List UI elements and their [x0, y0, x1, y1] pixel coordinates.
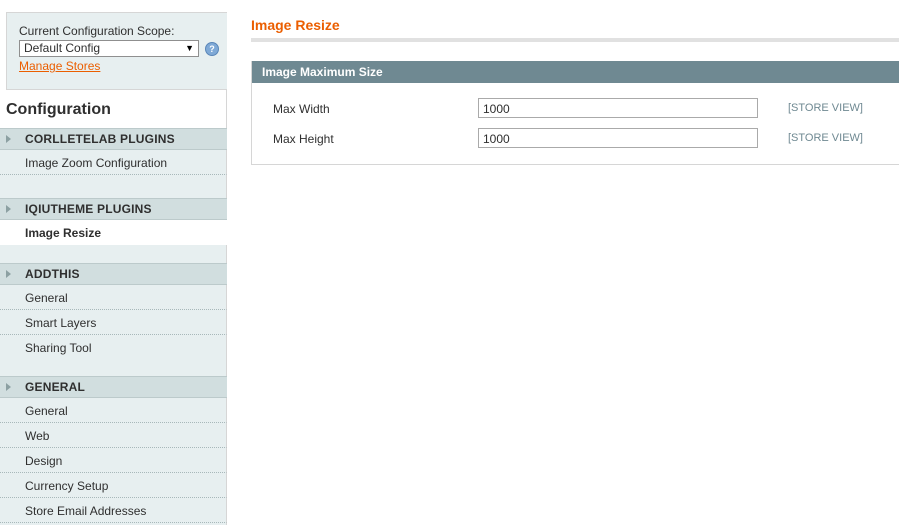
main-content: Image Resize Image Maximum Size Max Widt… — [251, 0, 899, 525]
group-iqiutheme-plugins[interactable]: IQIUTHEME PLUGINS — [0, 198, 227, 220]
nav-item-label: General — [25, 291, 68, 305]
max-width-input[interactable]: 1000 — [478, 98, 758, 118]
field-row-max-height: Max Height 1000 [STORE VIEW] — [252, 128, 899, 150]
nav-item-smart-layers[interactable]: Smart Layers — [0, 310, 227, 335]
max-height-input[interactable]: 1000 — [478, 128, 758, 148]
group-spacer — [0, 360, 227, 376]
field-row-max-width: Max Width 1000 [STORE VIEW] — [252, 98, 899, 120]
help-icon[interactable]: ? — [205, 41, 219, 56]
triangle-right-icon — [6, 383, 11, 391]
nav-item-general[interactable]: General — [0, 285, 227, 310]
nav-item-web[interactable]: Web — [0, 423, 227, 448]
image-maximum-size-section: Image Maximum Size Max Width 1000 [STORE… — [251, 61, 899, 165]
scope-select[interactable]: Default Config ▼ — [19, 40, 199, 57]
nav-item-design[interactable]: Design — [0, 448, 227, 473]
triangle-right-icon — [6, 270, 11, 278]
configuration-title: Configuration — [0, 90, 227, 128]
title-divider — [251, 38, 899, 42]
nav-item-label: Web — [25, 429, 50, 443]
config-nav: CORLLETELAB PLUGINS Image Zoom Configura… — [0, 128, 227, 525]
manage-stores-link[interactable]: Manage Stores — [19, 59, 100, 73]
sidebar: Current Configuration Scope: Default Con… — [0, 0, 227, 525]
nav-item-label: Smart Layers — [25, 316, 97, 330]
nav-item-label: Image Zoom Configuration — [25, 156, 168, 170]
scope-select-value: Default Config — [24, 41, 101, 55]
nav-item-general[interactable]: General — [0, 398, 227, 423]
group-label: GENERAL — [25, 380, 86, 394]
nav-item-label: Store Email Addresses — [25, 504, 147, 518]
group-spacer — [0, 175, 227, 198]
group-label: CORLLETELAB PLUGINS — [25, 132, 175, 146]
group-corlletelab-plugins[interactable]: CORLLETELAB PLUGINS — [0, 128, 227, 150]
section-title: Image Maximum Size — [262, 65, 383, 79]
scope-label: Current Configuration Scope: — [19, 24, 175, 38]
triangle-right-icon — [6, 205, 11, 213]
nav-item-currency-setup[interactable]: Currency Setup — [0, 473, 227, 498]
nav-item-label: General — [25, 404, 68, 418]
nav-item-label: Sharing Tool — [25, 341, 92, 355]
scope-row: Default Config ▼ ? — [19, 40, 227, 57]
nav-item-label: Image Resize — [25, 226, 102, 240]
group-addthis[interactable]: ADDTHIS — [0, 263, 227, 285]
nav-item-image-resize[interactable]: Image Resize — [0, 220, 227, 245]
max-height-scope: [STORE VIEW] — [788, 132, 863, 144]
nav-item-label: Currency Setup — [25, 479, 109, 493]
nav-item-label: Design — [25, 454, 63, 468]
group-label: IQIUTHEME PLUGINS — [25, 202, 152, 216]
nav-item-store-email-addresses[interactable]: Store Email Addresses — [0, 498, 227, 523]
group-spacer — [0, 245, 227, 263]
scope-switcher: Current Configuration Scope: Default Con… — [6, 12, 227, 90]
group-label: ADDTHIS — [25, 267, 80, 281]
max-width-label: Max Width — [273, 102, 330, 116]
page-title: Image Resize — [251, 17, 340, 33]
chevron-down-icon: ▼ — [185, 43, 194, 53]
max-height-label: Max Height — [273, 132, 334, 146]
group-general[interactable]: GENERAL — [0, 376, 227, 398]
section-header[interactable]: Image Maximum Size — [252, 61, 899, 83]
triangle-right-icon — [6, 135, 11, 143]
nav-item-sharing-tool[interactable]: Sharing Tool — [0, 335, 227, 360]
max-width-scope: [STORE VIEW] — [788, 102, 863, 114]
nav-item-image-zoom-configuration[interactable]: Image Zoom Configuration — [0, 150, 227, 175]
